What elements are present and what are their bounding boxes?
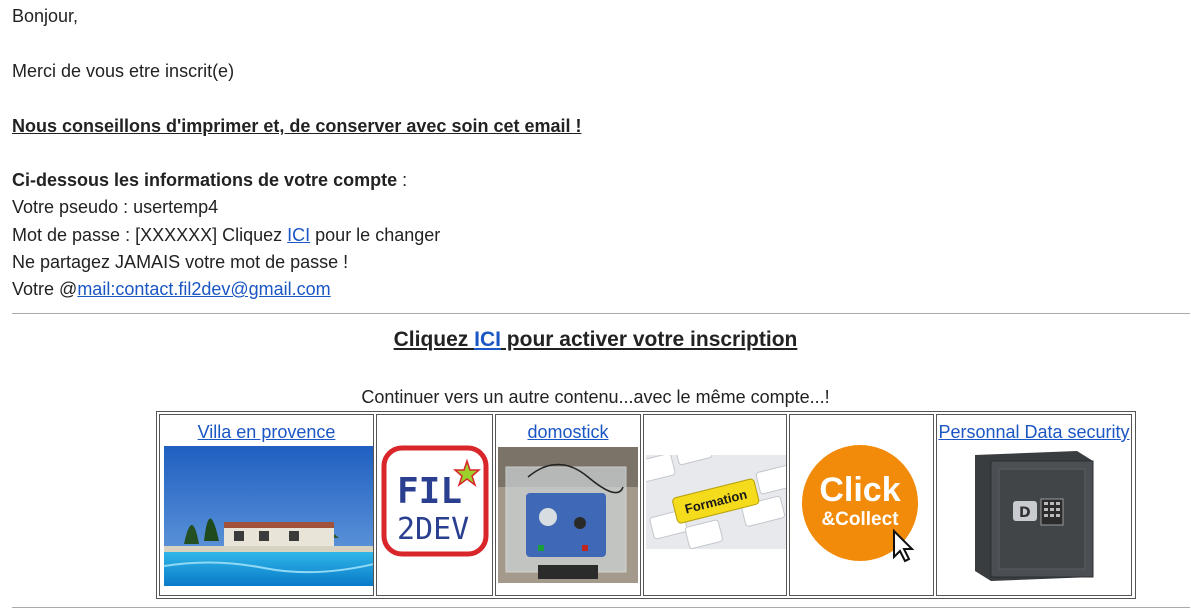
password-suffix: pour le changer [310, 225, 441, 245]
activate-line: Cliquez ICI pour activer votre inscripti… [0, 327, 1191, 353]
continue-text: Continuer vers un autre contenu...avec l… [361, 387, 830, 407]
email-line: Votre @mail:contact.fil2dev@gmail.com [12, 278, 331, 300]
fil2dev-logo-text-2: 2DEV [397, 512, 469, 547]
tile-villa-link[interactable]: Villa en provence [160, 421, 373, 443]
tile-villa[interactable]: Villa en provence [159, 414, 374, 596]
villa-pool-photo[interactable] [164, 446, 374, 586]
account-header: Ci-dessous les informations de votre com… [12, 169, 407, 191]
thanks-text: Merci de vous etre inscrit(e) [12, 61, 235, 81]
svg-text:D: D [1019, 505, 1031, 521]
change-password-link[interactable]: ICI [287, 225, 310, 245]
activate-suffix: pour activer votre inscription [500, 328, 798, 351]
advice-text: Nous conseillons d'imprimer et, de conse… [12, 116, 582, 136]
click-collect-text-2: &Collect [821, 509, 899, 530]
tile-data-security-link[interactable]: Personnal Data security [937, 421, 1131, 443]
greeting-text: Bonjour, [12, 6, 79, 26]
email-link[interactable]: mail:contact.fil2dev@gmail.com [77, 279, 330, 299]
fil2dev-logo[interactable]: FIL 2DEV [381, 445, 489, 557]
tile-fil2dev[interactable]: FIL 2DEV [376, 414, 493, 596]
password-prefix: Mot de passe : [XXXXXX] Cliquez [12, 225, 288, 245]
content-tiles-table: Villa en provence FIL 2DEV domostick For… [156, 411, 1136, 599]
activate-link[interactable]: ICI [474, 328, 501, 351]
click-collect-text-1: Click [819, 471, 900, 509]
safe-photo[interactable]: D [969, 447, 1099, 583]
domostick-device-photo[interactable] [498, 447, 638, 583]
tile-domostick[interactable]: domostick [495, 414, 641, 596]
share-warning-text: Ne partagez JAMAIS votre mot de passe ! [12, 252, 349, 272]
account-header-colon: : [397, 170, 408, 190]
tile-click-collect[interactable]: Click &Collect [789, 414, 934, 596]
email-prefix: Votre @ [12, 279, 78, 299]
tile-domostick-link[interactable]: domostick [496, 421, 640, 443]
fil2dev-logo-text-1: FIL [397, 471, 462, 512]
formation-keyboard-photo[interactable]: Formation [646, 455, 786, 549]
activate-prefix: Cliquez [393, 328, 475, 351]
top-divider [12, 313, 1190, 314]
pseudo-text: Votre pseudo : usertemp4 [12, 197, 219, 217]
click-collect-logo[interactable]: Click &Collect [798, 443, 928, 563]
tile-formation[interactable]: Formation [643, 414, 787, 596]
password-line: Mot de passe : [XXXXXX] Cliquez ICI pour… [12, 224, 440, 246]
tile-data-security[interactable]: Personnal Data security D [936, 414, 1132, 596]
account-header-label: Ci-dessous les informations de votre com… [12, 170, 398, 190]
bottom-divider [12, 607, 1190, 608]
